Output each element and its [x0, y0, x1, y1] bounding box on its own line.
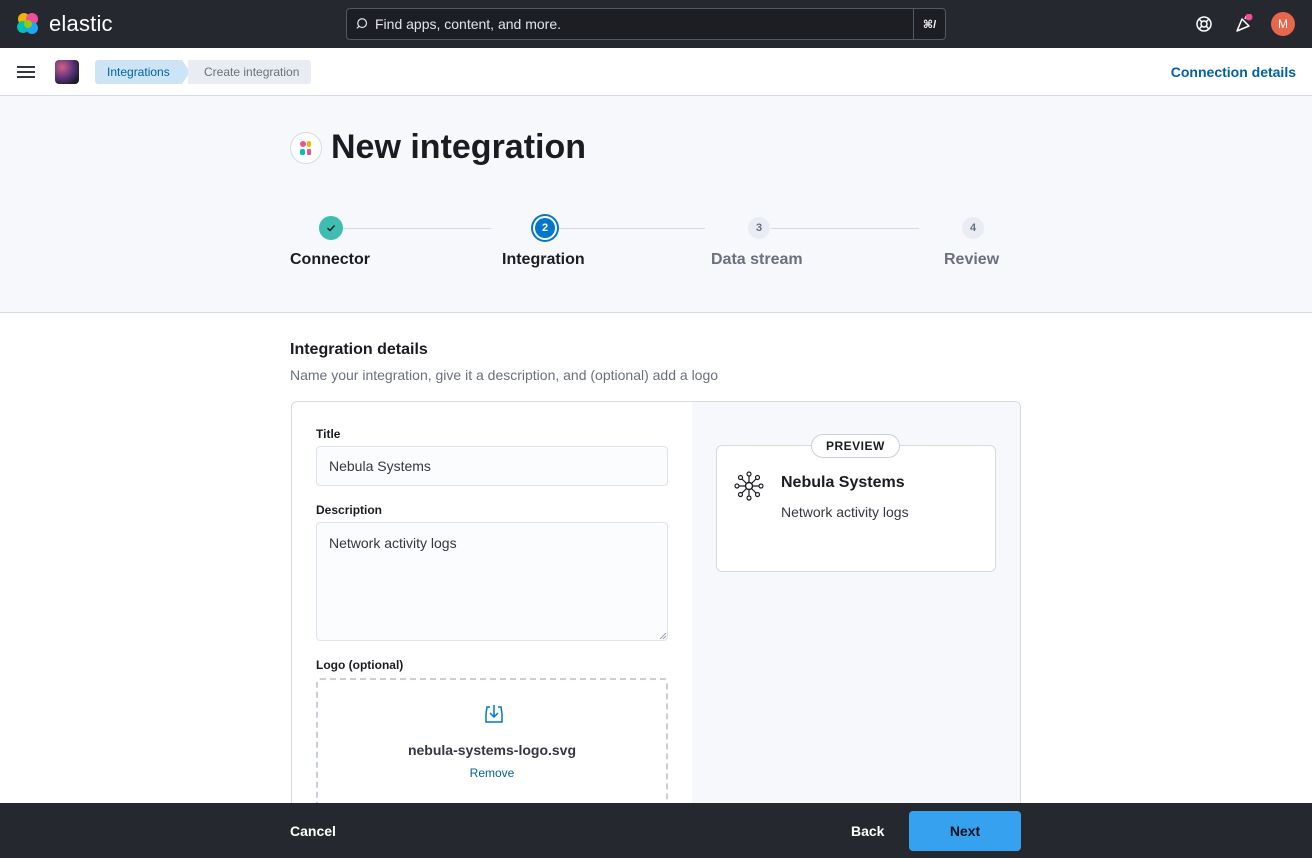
news-feed-icon[interactable] — [1234, 14, 1254, 34]
user-avatar[interactable]: M — [1271, 12, 1295, 36]
search-icon — [356, 18, 368, 29]
step-label-integration: Integration — [502, 251, 585, 268]
step-label-connector: Connector — [290, 251, 370, 268]
hamburger-icon-line — [17, 71, 35, 73]
title-input[interactable]: Nebula Systems — [316, 446, 668, 486]
description-textarea[interactable]: Network activity logs — [316, 522, 668, 641]
nebula-logo-icon — [734, 471, 764, 501]
elastic-logo-icon — [17, 13, 38, 34]
bottom-action-bar: Cancel Back Next — [0, 803, 1312, 858]
step-3-incomplete: 3 — [747, 216, 771, 240]
elastic-logo[interactable]: elastic — [15, 11, 113, 37]
preview-card: PREVIEW Nebula Systems Network activity … — [716, 434, 996, 572]
preview-panel: PREVIEW Nebula Systems Network activity … — [692, 402, 1020, 820]
step-label-review: Review — [944, 251, 1000, 268]
search-shortcut: ⌘/ — [913, 9, 945, 39]
section-title: Integration details — [290, 341, 428, 358]
step-connector-line — [557, 228, 705, 229]
page-header: New integration 2 3 4 Connector Integrat… — [0, 96, 1312, 313]
global-search[interactable]: Find apps, content, and more. ⌘/ — [346, 8, 946, 40]
hamburger-icon-line — [17, 66, 35, 68]
steps-progress: 2 3 4 Connector Integration Data stream … — [290, 216, 1021, 276]
description-label: Description — [316, 503, 383, 517]
logo-file-picker[interactable]: nebula-systems-logo.svg Remove — [316, 678, 668, 818]
brand-name: elastic — [49, 11, 113, 36]
step-2-current: 2 — [533, 216, 557, 240]
hamburger-icon-line — [17, 76, 35, 78]
breadcrumb-create-integration: Create integration — [188, 60, 312, 84]
cancel-button[interactable]: Cancel — [290, 823, 336, 839]
check-icon — [327, 225, 336, 232]
step-label-data-stream: Data stream — [711, 251, 803, 268]
menu-toggle-button[interactable] — [17, 62, 37, 82]
title-label: Title — [316, 427, 341, 441]
page-title: New integration — [331, 128, 587, 166]
connection-details-link[interactable]: Connection details — [1171, 64, 1296, 80]
integration-details-panel: Title Nebula Systems Description Network… — [291, 401, 1021, 821]
global-header: elastic Find apps, content, and more. ⌘/… — [0, 0, 1312, 48]
preview-title: Nebula Systems — [781, 474, 905, 491]
help-icon[interactable] — [1194, 14, 1214, 34]
integration-icon — [290, 132, 322, 164]
section-subtitle: Name your integration, give it a descrip… — [290, 367, 719, 383]
step-connector-line — [343, 228, 491, 229]
breadcrumb-integrations[interactable]: Integrations — [95, 60, 190, 84]
logo-label: Logo (optional) — [316, 658, 404, 672]
space-avatar[interactable] — [55, 60, 79, 84]
step-1-complete — [319, 216, 343, 240]
next-button[interactable]: Next — [909, 811, 1021, 851]
preview-description: Network activity logs — [781, 504, 909, 520]
preview-badge: PREVIEW — [811, 434, 900, 458]
breadcrumb-bar: Integrations Create integration Connecti… — [0, 48, 1312, 96]
integrations-logo-icon — [300, 141, 311, 155]
search-input[interactable]: Find apps, content, and more. — [375, 16, 913, 32]
import-icon — [485, 705, 503, 723]
remove-logo-link[interactable]: Remove — [318, 766, 666, 780]
step-4-incomplete: 4 — [961, 216, 985, 240]
resize-handle-icon[interactable] — [659, 632, 667, 640]
step-connector-line — [771, 228, 919, 229]
back-button[interactable]: Back — [851, 823, 884, 839]
logo-filename: nebula-systems-logo.svg — [407, 742, 577, 758]
